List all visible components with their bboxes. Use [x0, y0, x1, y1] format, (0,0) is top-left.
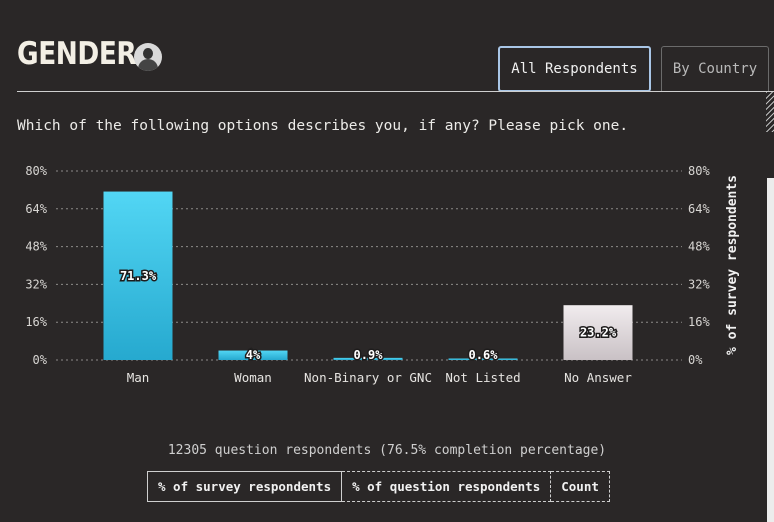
data-label: 0.6%	[469, 348, 499, 362]
toggle-question-respondents[interactable]: % of question respondents	[342, 471, 552, 502]
data-label: 0.9%	[354, 348, 384, 362]
y-tick-label-left: 32%	[25, 277, 47, 291]
data-label: 71.3%	[120, 269, 157, 283]
x-tick-label: No Answer	[564, 370, 632, 385]
y-tick-label-right: 64%	[688, 202, 710, 216]
x-tick-label: Non-Binary or GNC	[304, 370, 432, 385]
y-tick-label-right: 80%	[688, 164, 710, 178]
y-tick-label-left: 0%	[33, 353, 48, 367]
y-tick-label-left: 16%	[25, 315, 47, 329]
data-label: 23.2%	[580, 326, 617, 340]
y-tick-label-right: 48%	[688, 240, 710, 254]
respondents-summary: 12305 question respondents (76.5% comple…	[167, 443, 607, 458]
x-tick-label: Woman	[234, 370, 272, 385]
metric-toggle-group: % of survey respondents % of question re…	[147, 471, 610, 502]
bar-chart: 0% 0% 16% 16% 32% 32% 48% 48% 64% 64% 80% 80% % of s…	[25, 164, 740, 385]
y-tick-label-right: 16%	[688, 315, 710, 329]
x-tick-label: Not Listed	[445, 370, 520, 385]
y-tick-label-left: 48%	[25, 240, 47, 254]
y-tick-label-right: 0%	[688, 353, 703, 367]
data-label: 4%	[246, 348, 261, 362]
y-tick-label-left: 80%	[25, 164, 47, 178]
y-tick-label-right: 32%	[688, 277, 710, 291]
x-tick-label: Man	[127, 370, 150, 385]
toggle-survey-respondents[interactable]: % of survey respondents	[147, 471, 343, 502]
y-axis-label: % of survey respondents	[725, 175, 740, 355]
toggle-count[interactable]: Count	[551, 471, 610, 502]
y-tick-label-left: 64%	[25, 202, 47, 216]
